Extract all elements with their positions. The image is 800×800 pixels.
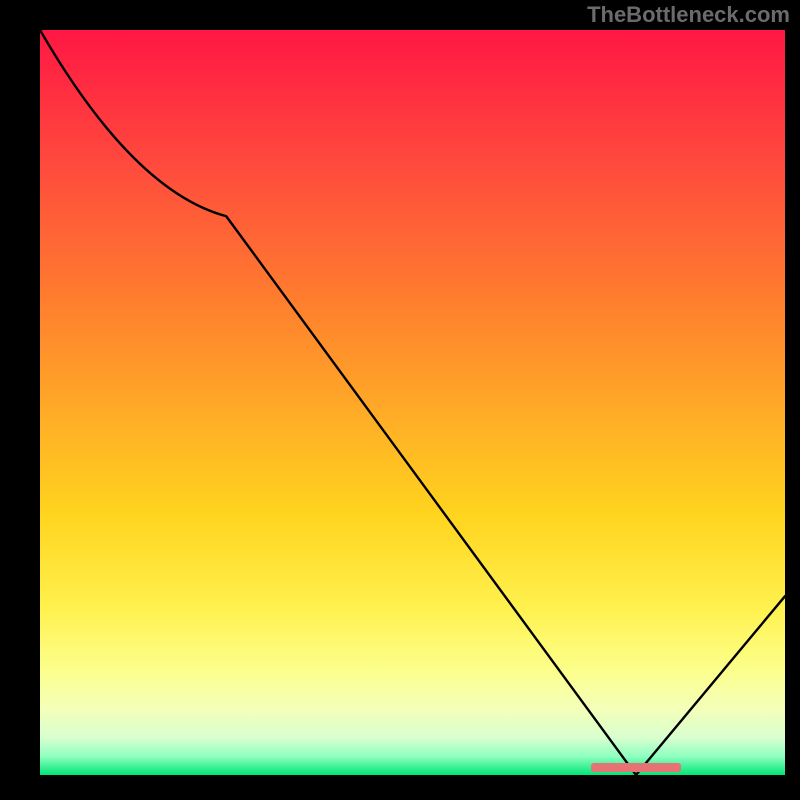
curve-layer: [40, 30, 785, 775]
bottleneck-curve: [40, 30, 785, 775]
optimal-range-marker: [591, 763, 680, 772]
chart-frame: TheBottleneck.com: [0, 0, 800, 800]
attribution-text: TheBottleneck.com: [587, 2, 790, 28]
plot-area: [40, 30, 785, 775]
